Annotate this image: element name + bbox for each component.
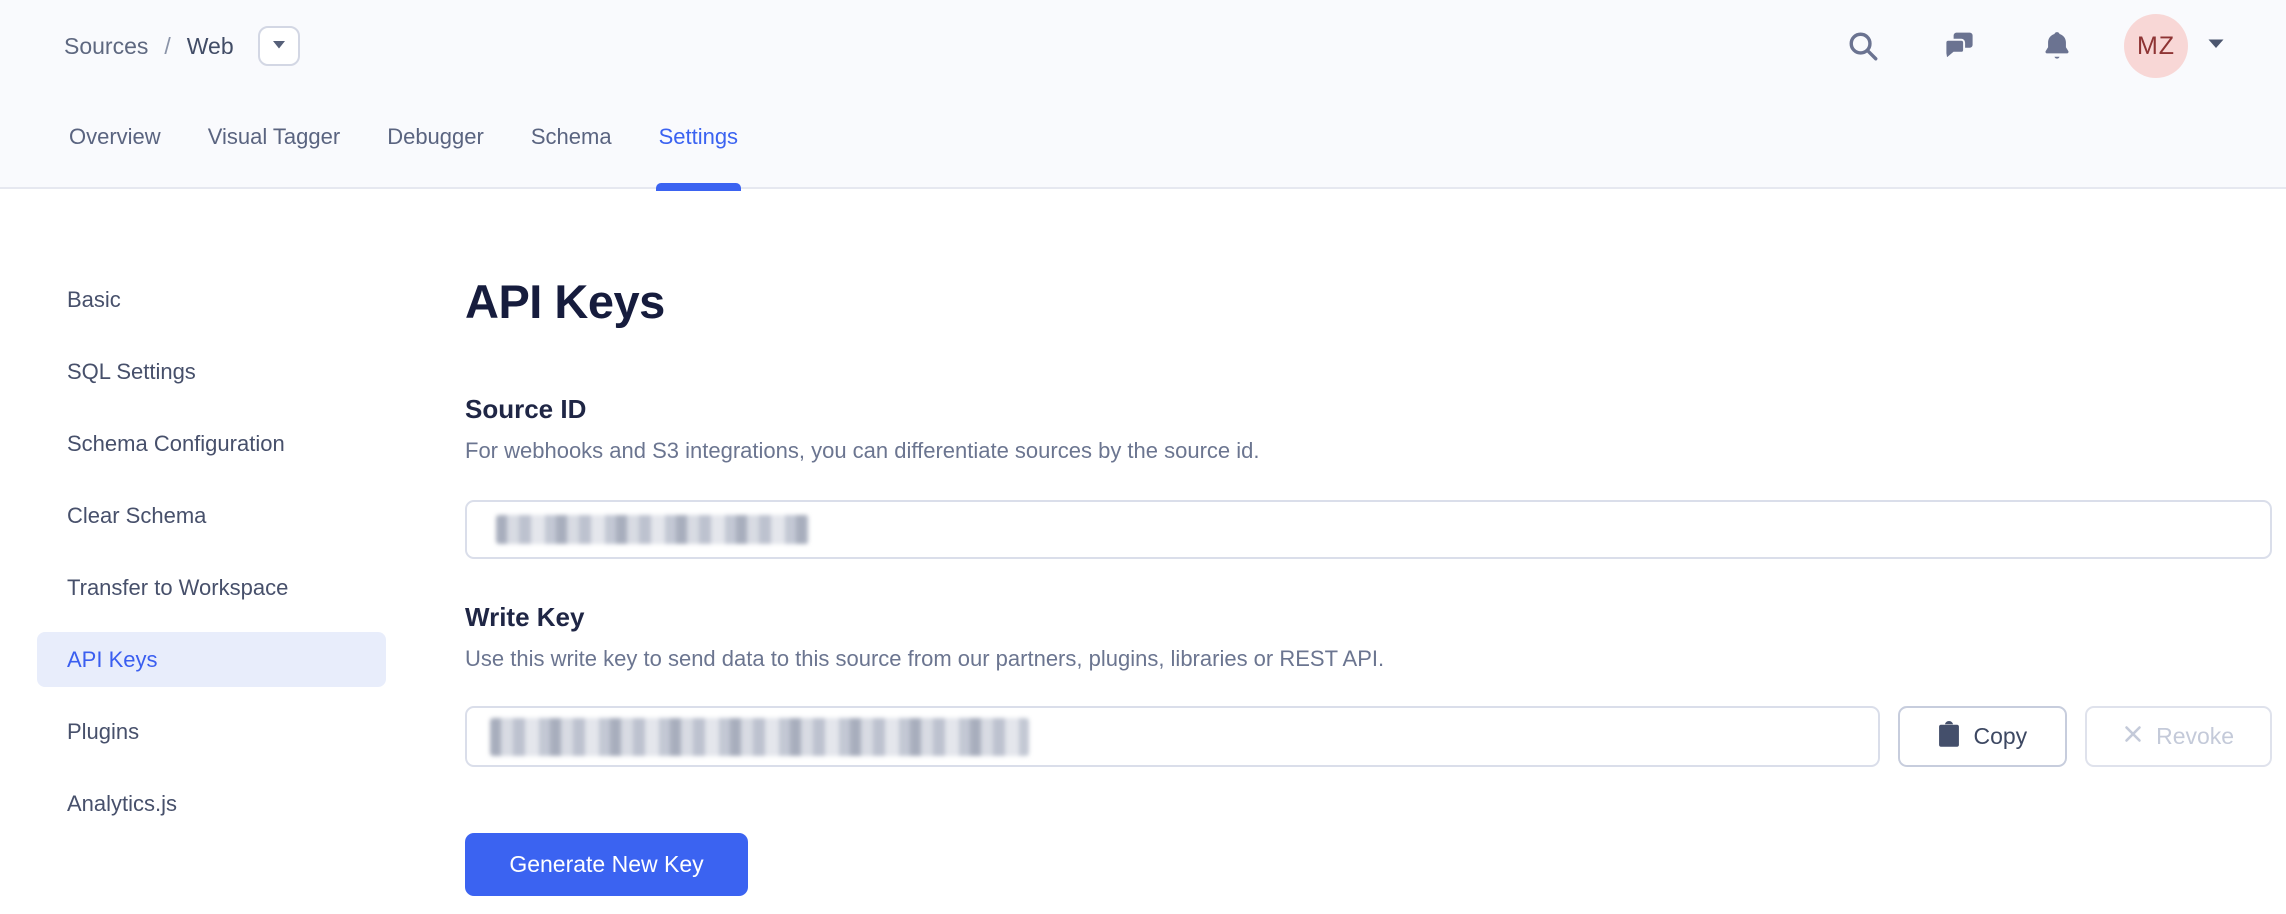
tab-label: Overview bbox=[69, 124, 161, 149]
sidebar-item-clear-schema[interactable]: Clear Schema bbox=[37, 488, 386, 543]
sidebar-item-label: Basic bbox=[67, 287, 121, 313]
sidebar-item-label: Analytics.js bbox=[67, 791, 177, 817]
breadcrumb-sources[interactable]: Sources bbox=[64, 33, 148, 60]
sidebar-item-label: Plugins bbox=[67, 719, 139, 745]
sidebar-item-label: Transfer to Workspace bbox=[67, 575, 288, 601]
sidebar-item-basic[interactable]: Basic bbox=[37, 272, 386, 327]
main-content: API Keys Source ID For webhooks and S3 i… bbox=[465, 0, 2272, 914]
tab-label: Visual Tagger bbox=[208, 124, 341, 149]
source-switcher-button[interactable] bbox=[258, 26, 300, 66]
x-icon bbox=[2123, 723, 2143, 750]
sidebar-item-label: API Keys bbox=[67, 647, 157, 673]
sidebar-item-sql-settings[interactable]: SQL Settings bbox=[37, 344, 386, 399]
tab-visual-tagger[interactable]: Visual Tagger bbox=[208, 92, 341, 189]
revoke-button-label: Revoke bbox=[2156, 723, 2234, 750]
app-window: Sources / Web bbox=[0, 0, 2286, 914]
sidebar-item-label: Clear Schema bbox=[67, 503, 206, 529]
generate-new-key-button[interactable]: Generate New Key bbox=[465, 833, 748, 896]
sidebar-item-plugins[interactable]: Plugins bbox=[37, 704, 386, 759]
sidebar-item-schema-configuration[interactable]: Schema Configuration bbox=[37, 416, 386, 471]
write-key-label: Write Key bbox=[465, 602, 584, 633]
breadcrumb: Sources / Web bbox=[64, 0, 300, 92]
sidebar-item-transfer-to-workspace[interactable]: Transfer to Workspace bbox=[37, 560, 386, 615]
caret-down-icon bbox=[271, 37, 287, 55]
write-key-description: Use this write key to send data to this … bbox=[465, 646, 1384, 672]
tab-overview[interactable]: Overview bbox=[69, 92, 161, 189]
write-key-redacted-value bbox=[490, 718, 1029, 756]
copy-button-label: Copy bbox=[1973, 723, 2027, 750]
source-id-redacted-value bbox=[496, 515, 809, 544]
write-key-row: Copy Revoke bbox=[465, 706, 2272, 767]
write-key-field[interactable] bbox=[465, 706, 1880, 767]
clipboard-icon bbox=[1938, 721, 1960, 753]
revoke-button[interactable]: Revoke bbox=[2085, 706, 2272, 767]
sidebar-item-label: Schema Configuration bbox=[67, 431, 285, 457]
source-id-description: For webhooks and S3 integrations, you ca… bbox=[465, 438, 1260, 464]
sidebar-item-api-keys[interactable]: API Keys bbox=[37, 632, 386, 687]
page-title: API Keys bbox=[465, 274, 665, 329]
sidebar-item-label: SQL Settings bbox=[67, 359, 196, 385]
breadcrumb-separator: / bbox=[164, 33, 170, 60]
breadcrumb-current-source: Web bbox=[187, 33, 234, 60]
settings-sidebar: Basic SQL Settings Schema Configuration … bbox=[37, 272, 386, 831]
sidebar-item-analytics-js[interactable]: Analytics.js bbox=[37, 776, 386, 831]
source-id-field[interactable] bbox=[465, 500, 2272, 559]
copy-button[interactable]: Copy bbox=[1898, 706, 2067, 767]
source-id-label: Source ID bbox=[465, 394, 586, 425]
